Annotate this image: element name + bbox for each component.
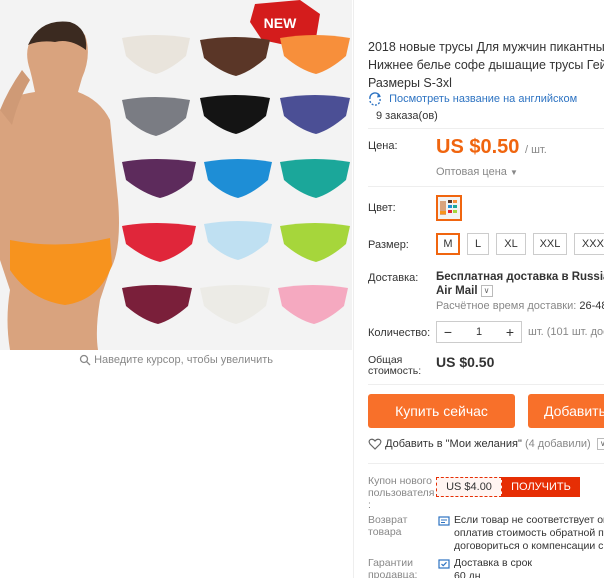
quantity-decrement-button[interactable]: −	[437, 322, 459, 342]
quantity-input[interactable]: 1	[459, 322, 499, 342]
size-option-xxl[interactable]: XXL	[533, 233, 567, 255]
divider	[368, 186, 604, 187]
heart-icon	[368, 438, 382, 450]
add-to-cart-button[interactable]: Добавить	[528, 394, 604, 428]
price-value: US $0.50 / шт.	[436, 136, 547, 159]
translate-title-link[interactable]: Посмотреть название на английском	[368, 92, 577, 106]
divider	[368, 128, 604, 129]
size-option-xl[interactable]: XL	[496, 233, 526, 255]
total-label-line: стоимость:	[368, 365, 422, 377]
product-image[interactable]: NEW	[0, 0, 352, 350]
total-label: Общая стоимость:	[368, 355, 421, 377]
coupon-label-line: пользователя	[368, 487, 435, 499]
chevron-down-icon[interactable]: ∨	[480, 284, 493, 297]
quantity-increment-button[interactable]: +	[499, 322, 521, 342]
buy-now-button[interactable]: Купить сейчас	[368, 394, 515, 428]
return-policy-icon	[438, 516, 450, 526]
product-title: 2018 новые трусы Для мужчин пикантны Ниж…	[368, 38, 604, 92]
translate-icon	[369, 92, 381, 106]
quantity-stepper[interactable]: − 1 +	[436, 321, 522, 343]
shipping-line: Air Mail	[436, 285, 478, 297]
returns-text-line: договориться о компенсации с п	[454, 540, 604, 552]
returns-text-line: Если товар не соответствует опи	[454, 514, 604, 526]
quantity-available: шт. (101 шт. дост	[528, 326, 604, 338]
translate-link-text[interactable]: Посмотреть название на английском	[389, 93, 577, 105]
shipping-line: Бесплатная доставка в Russian Fe	[436, 271, 604, 283]
add-to-wishlist[interactable]: Добавить в "Мои желания" (4 добавили) ∨	[368, 437, 604, 451]
orders-count: 9 заказа(ов)	[376, 110, 438, 122]
coupon-value: US $4.00	[436, 477, 502, 497]
delivery-time-label: Расчётное время доставки:	[436, 300, 577, 312]
shipping-method[interactable]: Бесплатная доставка в Russian Fe Air Mai…	[436, 270, 604, 298]
shipping-label: Доставка:	[368, 272, 419, 284]
wholesale-price-toggle[interactable]: Оптовая цена ▼	[436, 166, 518, 178]
chevron-down-icon[interactable]: ∨	[596, 438, 604, 450]
column-divider	[353, 0, 354, 578]
returns-text: Если товар не соответствует опи оплатив …	[454, 514, 604, 553]
returns-text-line: оплатив стоимость обратной пе	[454, 527, 604, 539]
size-option-l[interactable]: L	[467, 233, 489, 255]
get-coupon-button[interactable]: ПОЛУЧИТЬ	[502, 477, 580, 497]
price-unit: / шт.	[524, 144, 547, 156]
product-gallery[interactable]: NEW	[0, 0, 352, 350]
wishlist-text[interactable]: Добавить в "Мои желания"	[385, 438, 522, 450]
color-swatch-image	[438, 197, 460, 219]
returns-label: Возврат товара	[368, 514, 407, 538]
coupon-label-line: Купон нового	[368, 475, 432, 487]
returns-label-line: Возврат	[368, 514, 408, 526]
magnifier-icon	[79, 354, 91, 366]
wholesale-label[interactable]: Оптовая цена	[436, 166, 507, 178]
total-price: US $0.50	[436, 354, 495, 370]
guarantee-label-line: продавца:	[368, 569, 418, 578]
quantity-label: Количество:	[368, 327, 431, 339]
size-option-xxxl[interactable]: XXXL	[574, 233, 604, 255]
color-option-thumbnail[interactable]	[436, 195, 462, 221]
caret-down-icon: ▼	[509, 168, 518, 177]
guarantee-text-line: Доставка в срок	[454, 557, 533, 569]
seller-guarantee-label: Гарантии продавца:	[368, 557, 417, 578]
svg-text:NEW: NEW	[264, 15, 297, 31]
product-info: 2018 новые трусы Для мужчин пикантны Ниж…	[368, 0, 604, 578]
wishlist-count: (4 добавили)	[524, 437, 591, 450]
color-label: Цвет:	[368, 202, 396, 214]
guarantee-text: Доставка в срок 60 дн	[454, 557, 532, 578]
new-user-coupon-label: Купон нового пользователя :	[368, 475, 435, 511]
delivery-time-value: 26-48 д	[579, 300, 604, 312]
zoom-hint: Наведите курсор, чтобы увеличить	[0, 354, 352, 366]
zoom-hint-text: Наведите курсор, чтобы увеличить	[94, 354, 273, 366]
size-label: Размер:	[368, 239, 409, 251]
guarantee-text-line: 60 дн	[454, 570, 481, 578]
divider	[368, 384, 604, 385]
returns-label-line: товара	[368, 526, 402, 538]
title-line: Размеры S-3xl	[368, 76, 452, 90]
title-line: 2018 новые трусы Для мужчин пикантны	[368, 40, 604, 54]
size-option-m[interactable]: M	[436, 233, 460, 255]
delivery-guarantee-icon	[438, 559, 450, 569]
title-line: Нижнее белье софе дышащие трусы Гей-	[368, 58, 604, 72]
price-amount: US $0.50	[436, 136, 520, 158]
coupon-label-line: :	[368, 499, 371, 511]
divider	[368, 463, 604, 464]
delivery-time: Расчётное время доставки: 26-48 д	[436, 300, 604, 312]
guarantee-label-line: Гарантии	[368, 557, 413, 569]
price-label: Цена:	[368, 140, 398, 152]
